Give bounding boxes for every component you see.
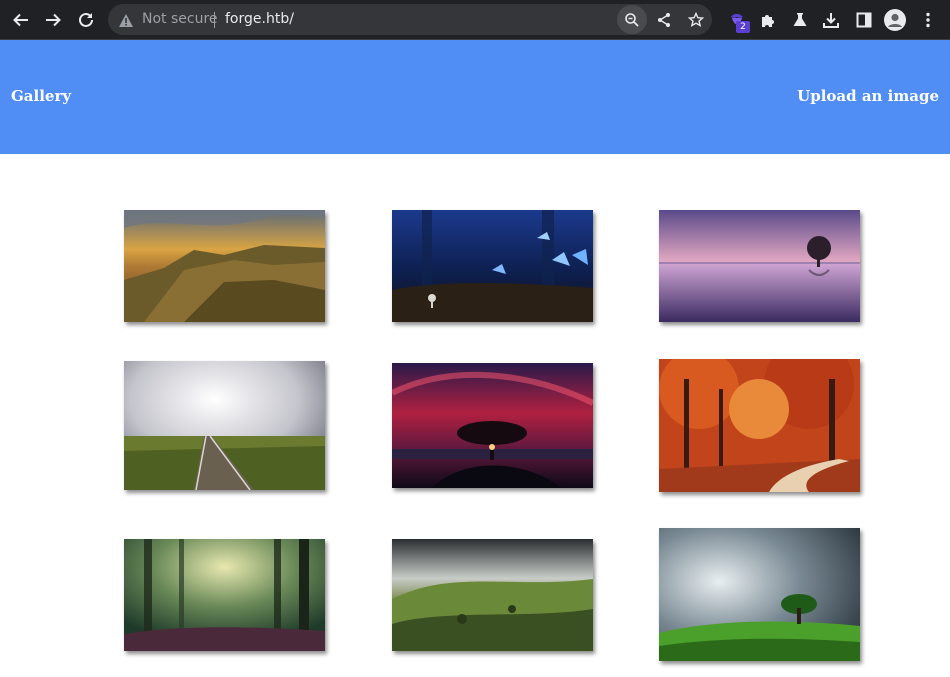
star-icon[interactable] bbox=[686, 10, 706, 30]
warning-icon[interactable] bbox=[117, 11, 135, 29]
gallery-image-cliffs-sunset[interactable] bbox=[124, 210, 325, 322]
zoom-icon[interactable] bbox=[617, 5, 647, 34]
upload-image-link[interactable]: Upload an image bbox=[797, 87, 939, 105]
site-header: Gallery Upload an image bbox=[0, 40, 950, 154]
gallery-image-railway[interactable] bbox=[124, 361, 325, 490]
kebab-menu-icon[interactable] bbox=[917, 9, 939, 31]
gallery-image-lone-tree-hill[interactable] bbox=[659, 528, 860, 661]
side-panel-icon[interactable] bbox=[853, 9, 875, 31]
address-bar[interactable]: Not secure forge.htb/ bbox=[108, 4, 712, 35]
forward-arrow-icon[interactable] bbox=[42, 9, 64, 31]
omnibox-divider bbox=[214, 12, 215, 28]
gallery-image-red-sky-tree[interactable] bbox=[392, 363, 593, 488]
gallery-image-purple-lake-tree[interactable] bbox=[659, 210, 860, 322]
security-status-text[interactable]: Not secure bbox=[142, 11, 218, 28]
gallery-image-green-hills[interactable] bbox=[392, 539, 593, 651]
gallery-image-autumn-forest[interactable] bbox=[659, 359, 860, 492]
download-icon[interactable] bbox=[820, 9, 842, 31]
browser-toolbar: Not secure forge.htb/ 2 bbox=[0, 0, 950, 40]
url-text[interactable]: forge.htb/ bbox=[225, 11, 294, 28]
share-icon[interactable] bbox=[654, 10, 674, 30]
extension-badge: 2 bbox=[736, 21, 750, 33]
back-arrow-icon[interactable] bbox=[10, 9, 32, 31]
labs-flask-icon[interactable] bbox=[789, 9, 811, 31]
gallery-image-blue-butterflies[interactable] bbox=[392, 210, 593, 322]
profile-avatar-icon[interactable] bbox=[884, 9, 906, 31]
puzzle-icon[interactable] bbox=[757, 9, 779, 31]
reload-icon[interactable] bbox=[75, 9, 97, 31]
gallery-link[interactable]: Gallery bbox=[11, 87, 71, 105]
gallery-image-misty-forest[interactable] bbox=[124, 539, 325, 651]
